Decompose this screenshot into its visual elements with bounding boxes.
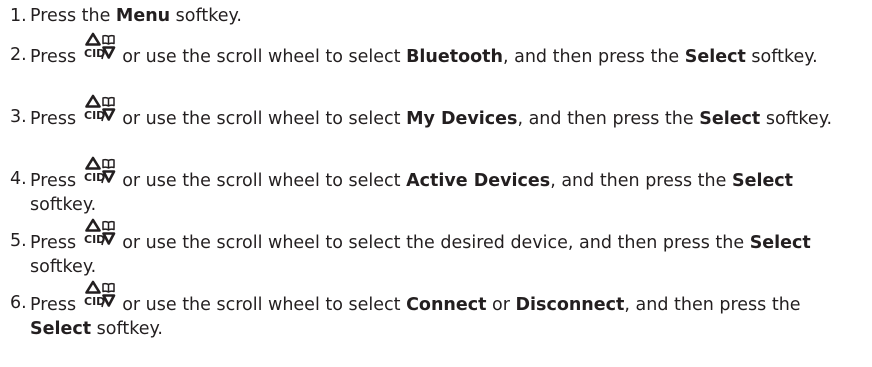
text-run: or use the scroll wheel to select — [116, 171, 407, 191]
text-run: softkey. — [91, 319, 163, 339]
text-run: , and then press the — [550, 171, 732, 191]
text-run: Press — [30, 295, 82, 315]
text-run: softkey. — [745, 47, 818, 67]
bold-term: Select — [684, 47, 746, 67]
step-number: 4. — [10, 169, 27, 189]
step-number: 3. — [10, 107, 27, 127]
up-cid-down-phonebook-key-icon: CID — [83, 156, 116, 189]
bold-term: Select — [749, 233, 811, 253]
text-run: Press — [30, 171, 82, 191]
text-run: or use the scroll wheel to select the de… — [116, 233, 750, 253]
text-run: softkey. — [30, 195, 97, 215]
instruction-steps: 1. Press the Menu softkey. 2. Press CID … — [0, 0, 872, 367]
step-text: Press CID or use the scroll wheel to sel… — [30, 32, 862, 69]
step-number: 6. — [10, 293, 27, 313]
text-run: or use the scroll wheel to select — [116, 295, 407, 315]
bold-term: Active Devices — [406, 171, 551, 191]
text-run: or use the scroll wheel to select — [116, 109, 407, 129]
text-run: , and then press the — [624, 295, 801, 315]
bold-term: Bluetooth — [406, 47, 503, 67]
bold-term: Select — [30, 319, 92, 339]
step-text: Press CID or use the scroll wheel to sel… — [30, 156, 862, 217]
text-run: softkey. — [170, 6, 242, 26]
step-text: Press the Menu softkey. — [30, 4, 862, 28]
text-run: or — [486, 295, 516, 315]
step-number: 5. — [10, 231, 27, 251]
step-number: 2. — [10, 45, 27, 65]
text-run: softkey. — [30, 257, 97, 277]
text-run: Press — [30, 109, 82, 129]
bold-term: Menu — [115, 6, 171, 26]
up-cid-down-phonebook-key-icon: CID — [83, 280, 116, 313]
text-run: Press the — [30, 6, 116, 26]
bold-term: Select — [699, 109, 761, 129]
text-run: Press — [30, 47, 82, 67]
up-cid-down-phonebook-key-icon: CID — [83, 32, 116, 65]
text-run: , and then press the — [517, 109, 700, 129]
bold-term: Connect — [406, 295, 487, 315]
bold-term: Select — [731, 171, 794, 191]
step-text: Press CID or use the scroll wheel to sel… — [30, 218, 862, 279]
text-run: or use the scroll wheel to select — [116, 47, 407, 67]
up-cid-down-phonebook-key-icon: CID — [83, 94, 116, 127]
bold-term: My Devices — [406, 109, 518, 129]
step-text: Press CID or use the scroll wheel to sel… — [30, 94, 862, 131]
bold-term: Disconnect — [515, 295, 625, 315]
up-cid-down-phonebook-key-icon: CID — [83, 218, 116, 251]
step-number: 1. — [10, 6, 27, 26]
text-run: softkey. — [760, 109, 833, 129]
step-text: Press CID or use the scroll wheel to sel… — [30, 280, 862, 341]
text-run: Press — [30, 233, 82, 253]
text-run: , and then press the — [502, 47, 685, 67]
